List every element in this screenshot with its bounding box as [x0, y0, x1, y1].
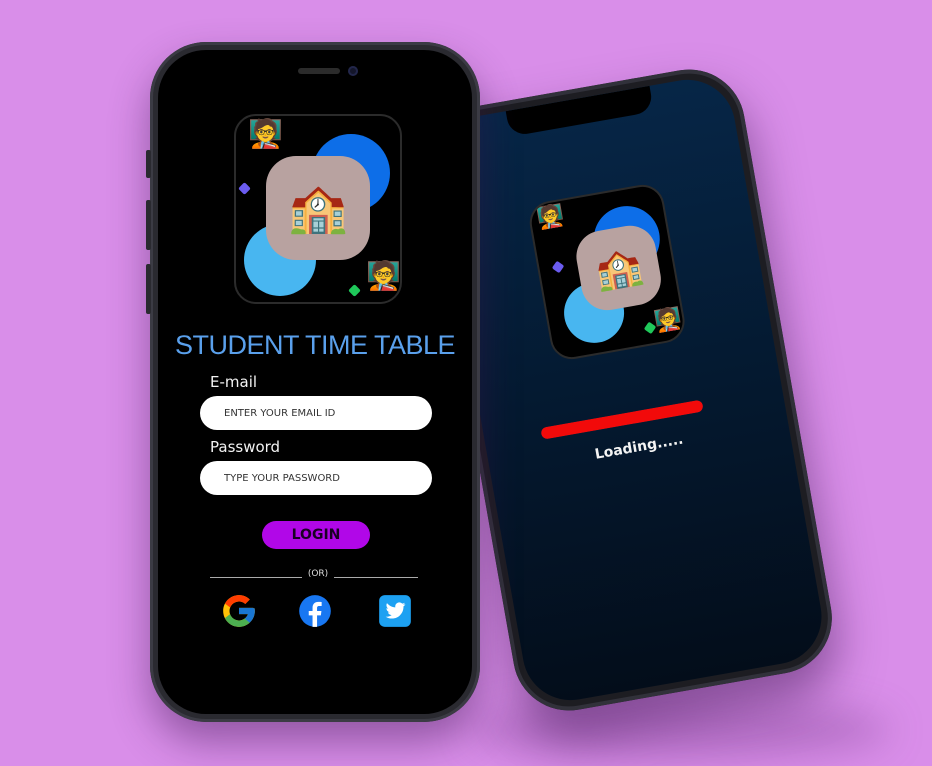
floor-shadow [470, 700, 890, 760]
purple-gem-decoration [238, 182, 251, 195]
twitter-icon [379, 595, 411, 627]
purple-gem-decoration [551, 260, 565, 274]
app-title: STUDENT TIME TABLE [174, 330, 456, 360]
teacher-icon: 🧑‍🏫 [366, 259, 401, 292]
teacher-icon: 🧑‍🏫 [248, 117, 283, 150]
school-logo-tile: 🏫 [266, 156, 370, 260]
front-camera [348, 66, 358, 76]
loading-text: Loading..... [593, 431, 685, 463]
school-building-icon: 🏫 [288, 180, 348, 236]
green-gem-decoration [348, 284, 361, 297]
divider-line-left [210, 577, 302, 578]
login-screen: 🏫 🧑‍🏫 🧑‍🏫 STUDENT TIME TABLE E-mail Pass… [158, 50, 472, 714]
loading-screen: 🏫 🧑‍🏫 🧑‍🏫 Loading..... [428, 72, 830, 708]
teacher-icon: 🧑‍🏫 [534, 202, 567, 233]
phone-loading-mockup: 🏫 🧑‍🏫 🧑‍🏫 Loading..... [417, 60, 841, 720]
divider-line-right [334, 577, 418, 578]
facebook-login-button[interactable] [296, 592, 334, 630]
google-icon [223, 595, 255, 627]
earpiece-speaker [298, 68, 340, 74]
teacher-icon: 🧑‍🏫 [652, 305, 684, 336]
twitter-login-button[interactable] [376, 592, 414, 630]
app-logo-card: 🏫 🧑‍🏫 🧑‍🏫 [234, 114, 402, 304]
email-field[interactable] [200, 396, 432, 430]
password-field[interactable] [200, 461, 432, 495]
mute-switch [146, 150, 151, 178]
loading-logo-card: 🏫 🧑‍🏫 🧑‍🏫 [526, 181, 689, 363]
facebook-icon [299, 595, 331, 627]
google-login-button[interactable] [220, 592, 258, 630]
volume-up-button [146, 200, 151, 250]
school-building-icon: 🏫 [591, 242, 646, 294]
volume-down-button [146, 264, 151, 314]
login-button[interactable]: LOGIN [262, 521, 370, 549]
email-label: E-mail [210, 373, 258, 391]
notch [505, 85, 655, 137]
corner-decoration [435, 50, 472, 95]
phone-login-mockup: 🏫 🧑‍🏫 🧑‍🏫 STUDENT TIME TABLE E-mail Pass… [146, 42, 480, 722]
or-divider-text: (OR) [307, 569, 329, 579]
school-logo-tile: 🏫 [572, 221, 665, 315]
password-label: Password [210, 438, 281, 456]
corner-decoration [158, 678, 198, 714]
